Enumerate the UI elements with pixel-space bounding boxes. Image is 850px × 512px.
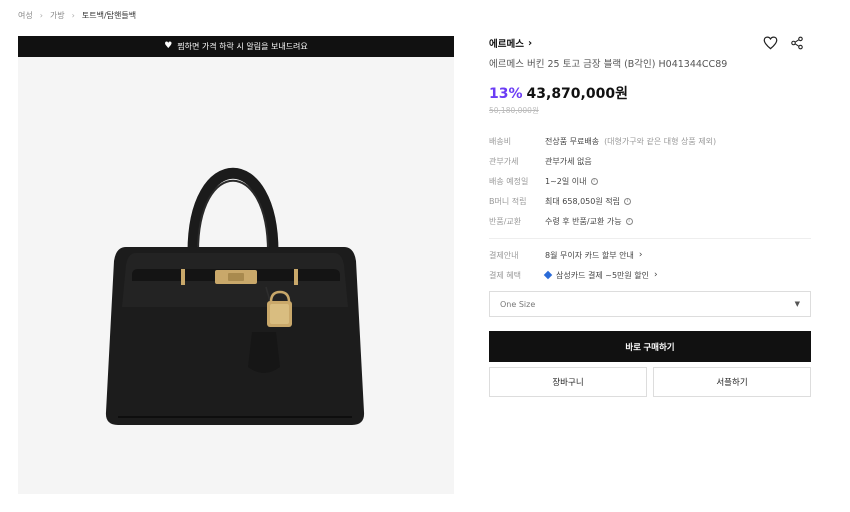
detail-value: 최대 658,050원 적립 i: [545, 196, 631, 207]
detail-label: 반품/교환: [489, 216, 522, 226]
detail-label: 관부가세: [489, 156, 519, 166]
gift-button[interactable]: 서플하기: [653, 367, 811, 397]
installment-link[interactable]: 8월 무이자 카드 할부 안내 ›: [545, 250, 642, 261]
wish-alert-text: 찜하면 가격 하락 시 알림을 보내드려요: [177, 42, 308, 51]
product-details: 배송비 전상품 무료배송 (대형가구와 같은 대형 상품 제외) 관부가세 관부…: [489, 131, 811, 231]
product-gallery: ♥ 찜하면 가격 하락 시 알림을 보내드려요: [18, 36, 454, 494]
wish-alert-banner: ♥ 찜하면 가격 하락 시 알림을 보내드려요: [18, 36, 454, 57]
card-discount-link[interactable]: 삼성카드 결제 ~5만원 할인 ›: [543, 270, 658, 281]
size-select-value: One Size: [500, 299, 536, 309]
detail-label: 결제 혜택: [489, 270, 521, 280]
brand-row: 에르메스 ›: [489, 36, 811, 50]
info-icon[interactable]: i: [625, 217, 633, 225]
chevron-right-icon: ›: [654, 270, 658, 280]
add-to-cart-button[interactable]: 장바구니: [489, 367, 647, 397]
caret-down-icon: ▼: [794, 300, 800, 308]
detail-value-text: 최대 658,050원 적립: [545, 196, 620, 206]
card-icon: [543, 270, 553, 280]
breadcrumb: 여성 › 가방 › 토트백/탑핸들백: [18, 10, 136, 21]
chevron-right-icon: ›: [39, 11, 43, 20]
brand-name: 에르메스: [489, 39, 524, 50]
detail-value: 전상품 무료배송 (대형가구와 같은 대형 상품 제외): [545, 136, 716, 147]
product-image[interactable]: [18, 57, 454, 494]
detail-returns: 반품/교환 수령 후 반품/교환 가능 i: [489, 211, 811, 231]
product-actions: [763, 36, 804, 50]
handbag-illustration: [105, 167, 365, 425]
detail-value: 1~2일 이내 i: [545, 176, 598, 187]
detail-delivery-date: 배송 예정일 1~2일 이내 i: [489, 171, 811, 191]
secondary-actions: 장바구니 서플하기: [489, 367, 811, 397]
detail-value: 관부가세 없음: [545, 156, 592, 166]
share-icon[interactable]: [790, 36, 804, 50]
buy-now-button[interactable]: 바로 구매하기: [489, 331, 811, 362]
detail-value-text: 1~2일 이내: [545, 176, 587, 186]
price-row: 13% 43,870,000원: [489, 83, 811, 103]
chevron-right-icon: ›: [527, 37, 533, 49]
size-select[interactable]: One Size ▼: [489, 291, 811, 317]
product-info: 에르메스 › 에르메스 버킨 25 토고 금장 블랙 (B각인) H041344…: [489, 36, 811, 285]
info-icon[interactable]: i: [623, 197, 631, 205]
detail-duties: 관부가세 관부가세 없음: [489, 151, 811, 171]
detail-note: (대형가구와 같은 대형 상품 제외): [604, 136, 717, 146]
sale-price: 43,870,000원: [526, 86, 628, 102]
detail-value-text: 삼성카드 결제 ~5만원 할인: [556, 270, 650, 280]
detail-label: B머니 적립: [489, 196, 527, 206]
detail-value-text: 8월 무이자 카드 할부 안내: [545, 250, 634, 260]
detail-value-text: 수령 후 반품/교환 가능: [545, 216, 622, 226]
divider: [489, 238, 811, 239]
heart-icon: ♥: [164, 41, 173, 51]
payment-guide: 결제안내 8월 무이자 카드 할부 안내 ›: [489, 245, 811, 265]
detail-value: 수령 후 반품/교환 가능 i: [545, 216, 633, 227]
info-icon[interactable]: i: [590, 177, 598, 185]
detail-points: B머니 적립 최대 658,050원 적립 i: [489, 191, 811, 211]
payment-info: 결제안내 8월 무이자 카드 할부 안내 › 결제 혜택 삼성카드 결제 ~5만…: [489, 245, 811, 285]
brand-link[interactable]: 에르메스 ›: [489, 36, 533, 51]
chevron-right-icon: ›: [638, 250, 643, 260]
breadcrumb-totes[interactable]: 토트백/탑핸들백: [82, 10, 136, 21]
discount-rate: 13%: [489, 86, 523, 102]
detail-shipping: 배송비 전상품 무료배송 (대형가구와 같은 대형 상품 제외): [489, 131, 811, 151]
detail-label: 배송비: [489, 136, 512, 146]
detail-label: 배송 예정일: [489, 176, 529, 186]
detail-label: 결제안내: [489, 250, 519, 260]
chevron-right-icon: ›: [71, 11, 75, 20]
breadcrumb-women[interactable]: 여성: [18, 10, 33, 21]
product-title: 에르메스 버킨 25 토고 금장 블랙 (B각인) H041344CC89: [489, 59, 728, 70]
payment-benefit: 결제 혜택 삼성카드 결제 ~5만원 할인 ›: [489, 265, 811, 285]
detail-value-text: 전상품 무료배송: [545, 136, 600, 146]
heart-outline-icon[interactable]: [763, 36, 778, 50]
original-price: 50,180,000원: [489, 106, 539, 115]
breadcrumb-bags[interactable]: 가방: [50, 10, 65, 21]
